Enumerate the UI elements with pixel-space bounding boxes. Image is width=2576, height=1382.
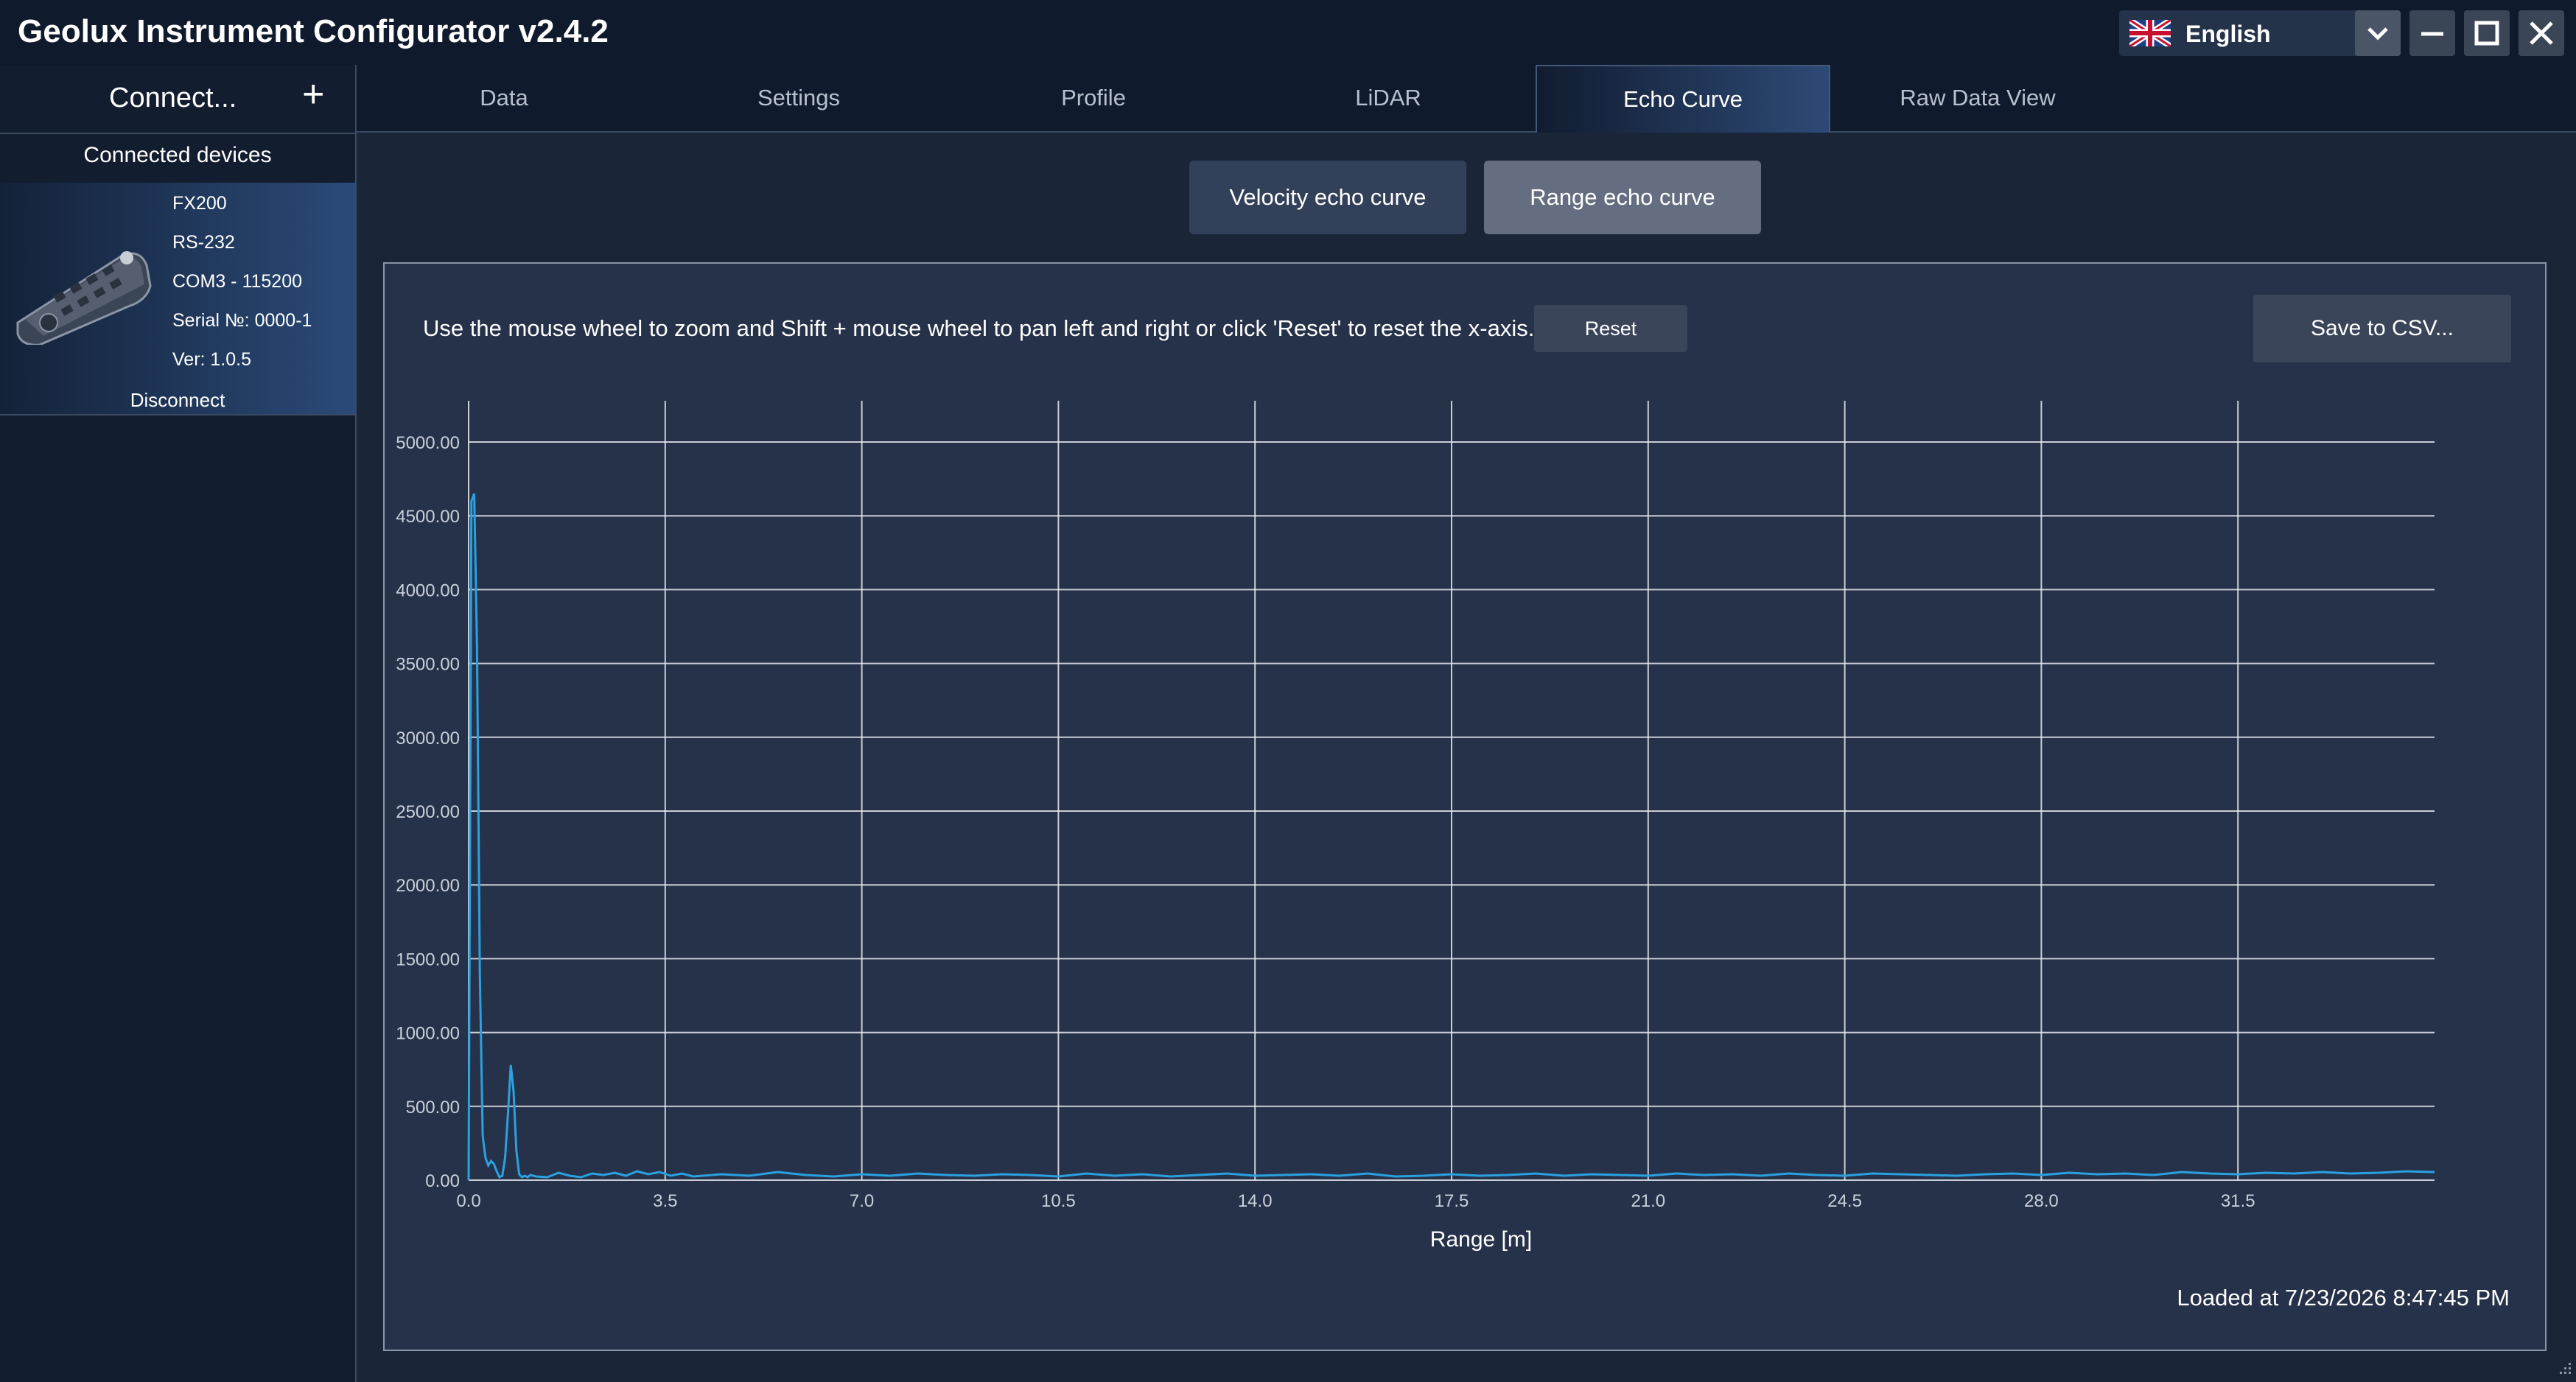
x-tick-label: 14.0 xyxy=(1238,1191,1273,1211)
tab-raw-data-view[interactable]: Raw Data View xyxy=(1830,65,2125,131)
device-model: FX200 xyxy=(172,193,227,214)
y-tick-label: 1500.00 xyxy=(396,950,460,969)
device-port: COM3 - 115200 xyxy=(172,271,303,292)
zoom-hint-text: Use the mouse wheel to zoom and Shift + … xyxy=(423,315,1535,341)
tab-echo-curve[interactable]: Echo Curve xyxy=(1536,65,1830,133)
y-tick-label: 4500.00 xyxy=(396,507,460,527)
maximize-icon[interactable] xyxy=(2464,10,2510,56)
device-interface: RS-232 xyxy=(172,232,235,253)
echo-curve-content: Velocity echo curve Range echo curve Use… xyxy=(357,133,2576,1382)
y-tick-label: 4000.00 xyxy=(396,580,460,600)
range-echo-curve-button[interactable]: Range echo curve xyxy=(1484,161,1761,234)
y-tick-label: 5000.00 xyxy=(396,433,460,453)
velocity-echo-curve-button[interactable]: Velocity echo curve xyxy=(1189,161,1466,234)
x-tick-label: 0.0 xyxy=(456,1191,480,1211)
echo-curve-chart[interactable]: 0.00 500.00 1000.00 1500.00 2000.00 2500.00 30… xyxy=(385,396,2545,1266)
x-tick-label: 21.0 xyxy=(1631,1191,1665,1211)
language-selector[interactable]: English xyxy=(2119,10,2392,56)
connect-label: Connect... xyxy=(109,83,237,113)
sidebar: Connect... + Connected devices FX200 RS-… xyxy=(0,65,357,1382)
app-title: Geolux Instrument Configurator v2.4.2 xyxy=(18,13,609,49)
save-csv-button[interactable]: Save to CSV... xyxy=(2253,295,2511,362)
x-tick-label: 28.0 xyxy=(2024,1191,2059,1211)
x-axis-label: Range [m] xyxy=(1430,1227,1532,1252)
reset-button[interactable]: Reset xyxy=(1534,305,1687,352)
x-tick-label: 24.5 xyxy=(1827,1191,1862,1211)
resize-grip-icon[interactable] xyxy=(2554,1360,2572,1378)
y-tick-label: 3500.00 xyxy=(396,655,460,675)
y-tick-label: 2000.00 xyxy=(396,876,460,896)
device-image xyxy=(10,212,158,346)
tab-lidar[interactable]: LiDAR xyxy=(1241,65,1536,131)
y-tick-label: 0.00 xyxy=(425,1171,460,1191)
tab-data[interactable]: Data xyxy=(357,65,651,131)
x-tick-label: 3.5 xyxy=(653,1191,677,1211)
close-icon[interactable] xyxy=(2519,10,2564,56)
chevron-down-icon[interactable] xyxy=(2355,10,2401,56)
uk-flag-icon xyxy=(2129,20,2171,46)
x-tick-label: 7.0 xyxy=(850,1191,874,1211)
chart-panel: Use the mouse wheel to zoom and Shift + … xyxy=(383,262,2547,1351)
connected-devices-header: Connected devices xyxy=(83,143,272,167)
language-label: English xyxy=(2185,21,2271,47)
device-version: Ver: 1.0.5 xyxy=(172,349,252,370)
disconnect-button[interactable]: Disconnect xyxy=(0,389,355,412)
connect-button[interactable]: Connect... + xyxy=(0,65,355,134)
y-tick-label: 2500.00 xyxy=(396,802,460,822)
x-tick-label: 10.5 xyxy=(1041,1191,1076,1211)
plus-icon[interactable]: + xyxy=(302,75,324,113)
tab-profile[interactable]: Profile xyxy=(946,65,1241,131)
device-card[interactable]: FX200 RS-232 COM3 - 115200 Serial №: 000… xyxy=(0,183,355,415)
tab-settings[interactable]: Settings xyxy=(651,65,946,131)
title-bar: Geolux Instrument Configurator v2.4.2 En… xyxy=(0,0,2576,66)
x-tick-label: 17.5 xyxy=(1435,1191,1469,1211)
y-tick-label: 3000.00 xyxy=(396,729,460,748)
y-tick-label: 1000.00 xyxy=(396,1024,460,1044)
loaded-timestamp: Loaded at 7/23/2026 8:47:45 PM xyxy=(2177,1285,2510,1311)
tab-bar: Data Settings Profile LiDAR Echo Curve R… xyxy=(357,65,2576,133)
minimize-icon[interactable] xyxy=(2409,10,2455,56)
y-tick-label: 500.00 xyxy=(406,1098,460,1118)
x-tick-label: 31.5 xyxy=(2221,1191,2255,1211)
device-serial: Serial №: 0000-1 xyxy=(172,310,312,331)
